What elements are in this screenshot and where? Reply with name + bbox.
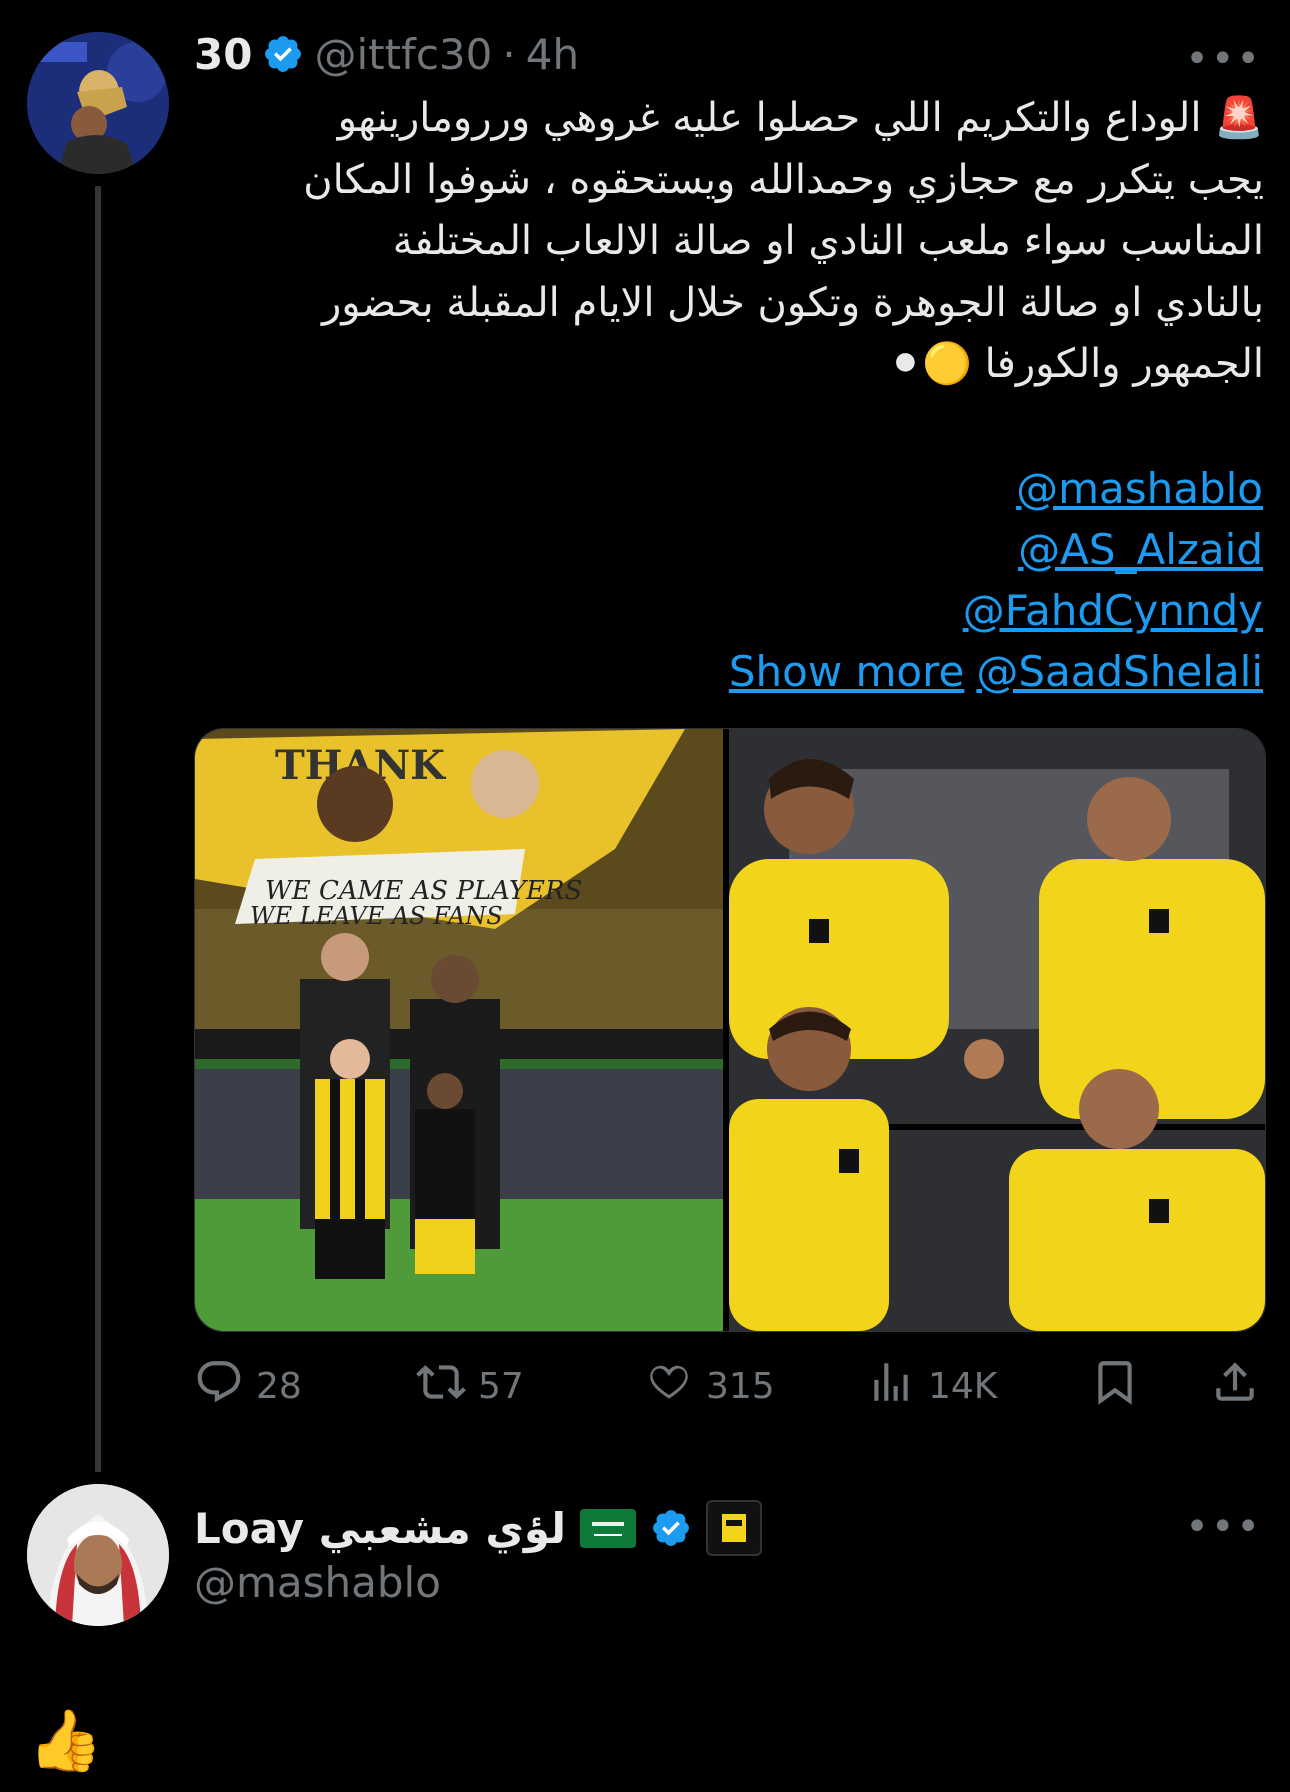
show-more-link[interactable]: Show more <box>729 641 964 702</box>
author-name[interactable]: 30 <box>194 30 252 79</box>
views-count: 14K <box>928 1365 998 1407</box>
retweet-button[interactable]: 57 <box>416 1357 524 1416</box>
bookmark-icon <box>1090 1357 1140 1416</box>
reply-author-handle[interactable]: @mashablo <box>194 1558 441 1607</box>
reply-icon <box>194 1357 244 1416</box>
mention-link[interactable]: @SaadShelali <box>976 641 1263 702</box>
bookmark-button[interactable] <box>1090 1357 1140 1416</box>
retweet-count: 57 <box>478 1365 524 1407</box>
thread-connector-line <box>95 186 101 1472</box>
views-chart-icon <box>866 1357 916 1416</box>
reply-more-options-icon[interactable]: ••• <box>1185 1504 1262 1550</box>
training-players-photo[interactable] <box>729 729 1265 1331</box>
mention-list: @mashablo @AS_Alzaid @FahdCynndy Show mo… <box>729 458 1263 702</box>
tweet-line: 🚨 الوداع والتكريم اللي حصلوا عليه غروهي … <box>337 95 1264 141</box>
tweet-line: يجب يتكرر مع حجازي وحمدالله ويستحقوه ، ش… <box>303 156 1264 203</box>
club-affiliation-badge-icon[interactable] <box>705 1500 762 1556</box>
retweet-icon <box>416 1357 466 1416</box>
dot-separator: · <box>502 29 516 79</box>
reply-author-avatar[interactable] <box>27 1484 169 1626</box>
reply-button[interactable]: 28 <box>194 1357 302 1416</box>
like-count: 315 <box>706 1365 775 1407</box>
mention-link[interactable]: @mashablo <box>729 458 1263 519</box>
mention-link[interactable]: @AS_Alzaid <box>729 519 1263 580</box>
more-options-icon[interactable]: ••• <box>1185 36 1262 82</box>
verified-badge-icon <box>650 1507 692 1549</box>
verified-badge-icon <box>262 33 304 75</box>
reply-body: 👍 <box>28 1706 103 1776</box>
tweet-line: الجمهور والكورفا 🟡⚫ <box>888 341 1264 387</box>
tweet-body: 🚨 الوداع والتكريم اللي حصلوا عليه غروهي … <box>200 88 1264 396</box>
reply-count: 28 <box>256 1365 302 1407</box>
heart-icon <box>644 1357 694 1416</box>
reply-author-name[interactable]: Loay لؤي مشعبي <box>194 1504 566 1553</box>
like-button[interactable]: 315 <box>644 1357 775 1416</box>
share-button[interactable] <box>1210 1357 1260 1416</box>
tweet-time[interactable]: 4h <box>526 30 579 79</box>
saudi-flag-icon <box>579 1509 636 1548</box>
mention-link[interactable]: @FahdCynndy <box>729 580 1263 641</box>
views-button[interactable]: 14K <box>866 1357 997 1416</box>
banner-text: WE LEAVE AS FANS <box>250 902 503 930</box>
tweet-line: بالنادي او صالة الجوهرة وتكون خلال الايا… <box>321 279 1264 326</box>
tweet-thread: 30 @ittfc30 · 4h ••• 🚨 الوداع والتكريم ا… <box>0 0 1290 1792</box>
media-grid: WE CAME AS PLAYERS WE LEAVE AS FANS THAN… <box>194 728 1266 1332</box>
tweet-header: 30 @ittfc30 · 4h <box>194 28 579 80</box>
stadium-farewell-photo[interactable]: WE CAME AS PLAYERS WE LEAVE AS FANS THAN… <box>195 729 723 1331</box>
author-avatar[interactable] <box>27 32 169 174</box>
tweet-actions-bar: 28 57 315 14K <box>194 1356 1264 1416</box>
tweet-line: المناسب سواء ملعب النادي او صالة الالعاب… <box>392 218 1264 264</box>
reply-header: Loay لؤي مشعبي <box>194 1500 762 1556</box>
author-handle[interactable]: @ittfc30 <box>314 30 492 79</box>
share-icon <box>1210 1357 1260 1416</box>
